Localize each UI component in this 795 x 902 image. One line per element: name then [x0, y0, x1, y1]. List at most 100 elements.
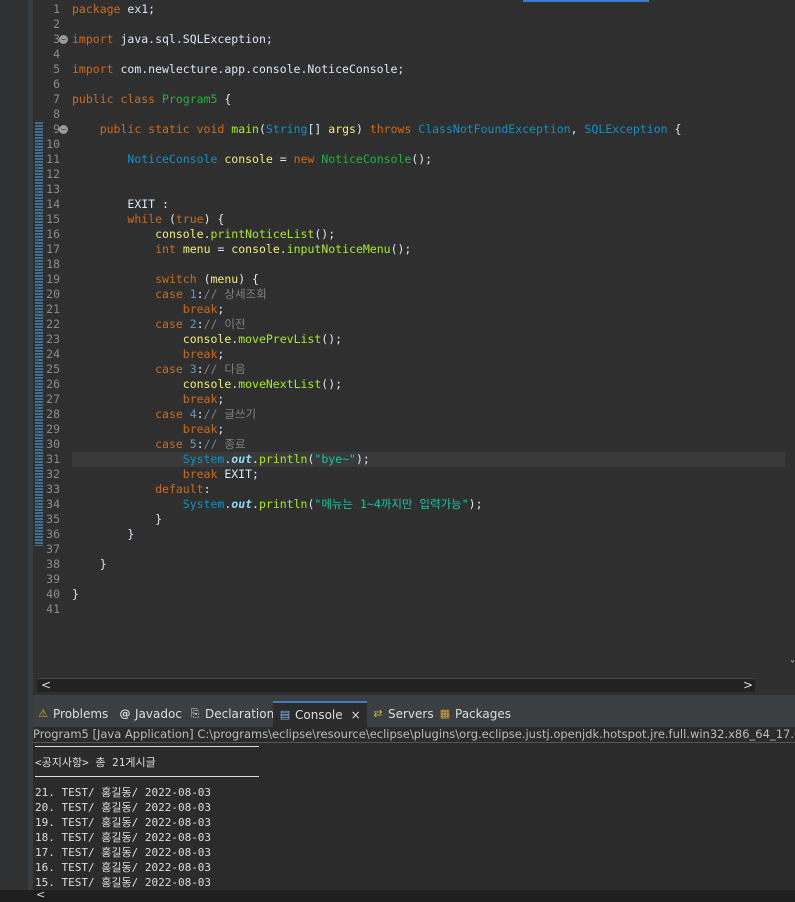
code-line[interactable]: System.out.println("bye~");	[72, 452, 785, 467]
console-output-line: 15. TEST/ 홍길동/ 2022-08-03	[35, 876, 212, 889]
code-line[interactable]: public static void main(String[] args) t…	[72, 122, 795, 137]
console-horizontal-scrollbar[interactable]: <	[0, 888, 795, 902]
console-output-line: 18. TEST/ 홍길동/ 2022-08-03	[35, 831, 212, 844]
console-view[interactable]: Program5 [Java Application] C:\programs\…	[33, 727, 795, 902]
line-number: 13	[46, 182, 60, 196]
code-token: Program5	[162, 92, 218, 106]
code-line[interactable]: }	[72, 527, 795, 542]
packages-icon: ▦	[439, 707, 451, 720]
code-token: package	[72, 2, 121, 16]
tab-declaration[interactable]: ⎘ Declaration	[189, 701, 275, 727]
code-line[interactable]	[72, 137, 795, 152]
code-token: default	[155, 482, 204, 496]
code-token: while	[127, 212, 163, 226]
code-line[interactable]: }	[72, 587, 795, 602]
code-editor[interactable]: 1 2 3−4 5 6 7 8 9−10 11 12 13 14 15 16 17 18 19 20 21 22 23 2…	[33, 0, 795, 695]
scroll-down-icon[interactable]: ˅	[790, 660, 795, 671]
line-number: 16	[46, 227, 60, 241]
code-token: "bye~"	[314, 452, 356, 466]
fold-collapse-icon[interactable]: −	[59, 35, 68, 44]
code-token: ();	[321, 332, 343, 346]
code-token: 5	[189, 437, 197, 451]
code-line[interactable]: console.moveNextList();	[72, 377, 795, 392]
tab-servers[interactable]: ⇄ Servers	[372, 701, 433, 727]
line-number: 9	[53, 122, 60, 136]
code-token: movePrevList	[238, 332, 322, 346]
code-line[interactable]: import com.newlecture.app.console.Notice…	[72, 62, 795, 77]
javadoc-icon: @	[119, 707, 131, 720]
code-line[interactable]: int menu = console.inputNoticeMenu();	[72, 242, 795, 257]
code-line[interactable]: package ex1;	[72, 2, 795, 17]
tab-label: Console	[295, 708, 343, 722]
code-line[interactable]: switch (menu) {	[72, 272, 795, 287]
code-line[interactable]: break;	[72, 302, 795, 317]
code-line[interactable]: break;	[72, 422, 795, 437]
line-number: 35	[46, 512, 60, 526]
line-number: 31	[46, 452, 60, 466]
code-line[interactable]: case 4:// 글쓰기	[72, 407, 795, 422]
code-line[interactable]	[72, 572, 795, 587]
tab-problems[interactable]: ⚠ Problems	[37, 701, 108, 727]
code-line[interactable]: }	[72, 512, 795, 527]
code-line[interactable]: case 1:// 상세조회	[72, 287, 795, 302]
code-line[interactable]: break;	[72, 347, 795, 362]
scroll-left-icon[interactable]: <	[36, 888, 45, 901]
code-line[interactable]	[72, 182, 795, 197]
code-line[interactable]: break EXIT;	[72, 467, 795, 482]
code-line[interactable]: default:	[72, 482, 795, 497]
line-number: 17	[46, 242, 60, 256]
code-token: ();	[411, 152, 433, 166]
code-token: }	[155, 512, 163, 526]
line-number: 21	[46, 302, 60, 316]
code-token: ex1;	[120, 2, 156, 16]
code-line[interactable]	[72, 167, 795, 182]
line-number: 6	[53, 77, 60, 91]
close-icon[interactable]: ×	[351, 702, 361, 728]
tab-console[interactable]: ▤ Console ×	[273, 701, 367, 727]
code-line[interactable]: public class Program5 {	[72, 92, 795, 107]
code-line[interactable]	[72, 602, 795, 617]
console-icon: ▤	[279, 708, 291, 721]
code-token: }	[72, 587, 79, 601]
code-line[interactable]: NoticeConsole console = new NoticeConsol…	[72, 152, 795, 167]
code-line[interactable]: case 2:// 이전	[72, 317, 795, 332]
code-token: SQLException	[584, 122, 668, 136]
code-line[interactable]	[72, 257, 795, 272]
code-line[interactable]: case 5:// 종료	[72, 437, 795, 452]
code-line[interactable]	[72, 542, 795, 557]
code-token: case	[155, 437, 183, 451]
code-token: EXIT;	[217, 467, 259, 481]
tab-javadoc[interactable]: @ Javadoc	[119, 701, 182, 727]
code-line[interactable]: System.out.println("메뉴는 1~4까지만 입력가능");	[72, 497, 795, 512]
scroll-right-icon[interactable]: >	[743, 678, 753, 692]
tab-packages[interactable]: ▦ Packages	[439, 701, 511, 727]
line-number: 22	[46, 317, 60, 331]
code-line[interactable]: break;	[72, 392, 795, 407]
fold-collapse-icon[interactable]: −	[59, 125, 68, 134]
code-line[interactable]: while (true) {	[72, 212, 795, 227]
code-line[interactable]: }	[72, 557, 795, 572]
scroll-left-icon[interactable]: <	[41, 678, 51, 692]
line-number: 33	[46, 482, 60, 496]
code-line[interactable]: EXIT :	[72, 197, 795, 212]
code-line[interactable]	[72, 47, 795, 62]
code-line[interactable]	[72, 17, 795, 32]
code-line[interactable]: case 3:// 다음	[72, 362, 795, 377]
code-token: .	[252, 497, 259, 511]
code-token: :	[203, 482, 211, 496]
left-trim-bar	[0, 0, 29, 902]
code-token: :	[196, 407, 204, 421]
divider	[35, 746, 259, 747]
code-token: System	[182, 452, 225, 466]
code-line[interactable]	[72, 77, 795, 92]
code-line[interactable]: console.movePrevList();	[72, 332, 795, 347]
line-number: 28	[46, 407, 60, 421]
code-line[interactable]: import java.sql.SQLException;	[72, 32, 795, 47]
code-line[interactable]: console.printNoticeList();	[72, 227, 795, 242]
code-line[interactable]	[72, 107, 795, 122]
editor-horizontal-scrollbar[interactable]: < >	[37, 678, 755, 692]
divider	[35, 776, 259, 777]
tab-label: Javadoc	[135, 707, 182, 721]
